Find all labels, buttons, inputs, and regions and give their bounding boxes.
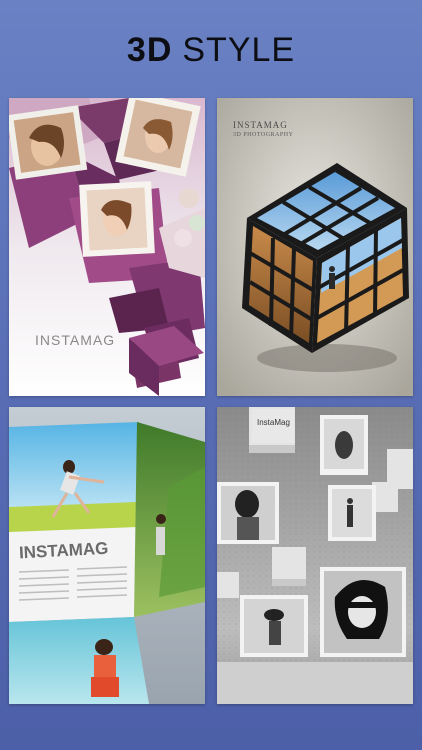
tile-brand-label: INSTAMAG bbox=[233, 120, 288, 130]
title-light: STYLE bbox=[182, 30, 296, 69]
page-title: 3D STYLE bbox=[0, 20, 422, 80]
tile-brand-label: INSTAMAG bbox=[35, 332, 116, 348]
template-tile-floating-cubes[interactable]: INSTAMAG bbox=[9, 98, 205, 396]
tile-brand-label: InstaMag bbox=[257, 418, 290, 427]
template-tile-rubiks-cube[interactable]: INSTAMAG 3D PHOTOGRAPHY bbox=[217, 98, 413, 396]
template-tile-concrete-cubes[interactable]: InstaMag bbox=[217, 407, 413, 704]
concrete-cubes-artwork bbox=[217, 407, 413, 704]
template-tile-folded-magazine[interactable]: INSTAMAG bbox=[9, 407, 205, 704]
rubiks-cube-artwork bbox=[217, 98, 413, 396]
title-bold: 3D bbox=[126, 30, 173, 69]
tile-subtitle-label: 3D PHOTOGRAPHY bbox=[233, 132, 294, 138]
floating-cubes-artwork bbox=[9, 98, 205, 396]
